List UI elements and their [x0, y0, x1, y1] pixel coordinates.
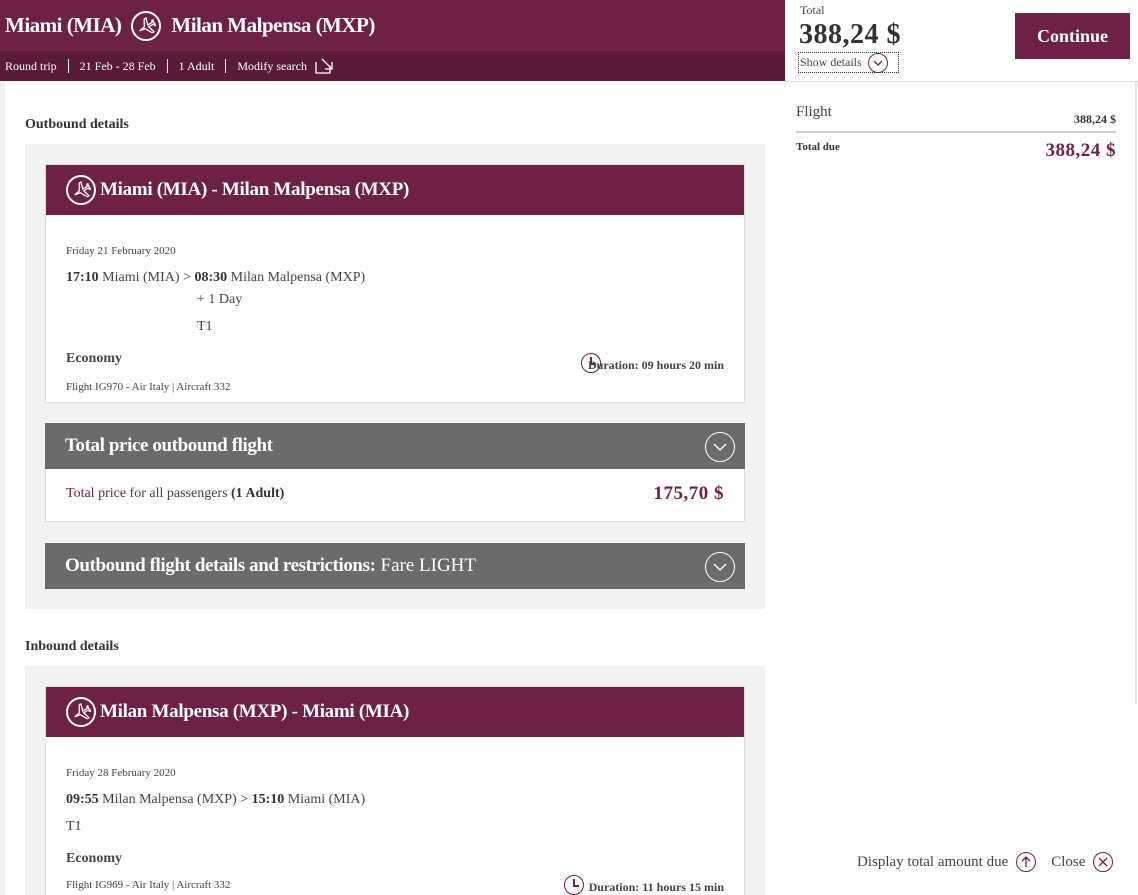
inbound-dep-time: 09:55 [66, 792, 99, 807]
header-origin: Miami (MIA) [5, 13, 122, 37]
close-label: Close [1051, 853, 1086, 870]
outbound-arr-airport: Milan Malpensa (MXP) [230, 270, 366, 285]
scrollbar[interactable] [1135, 82, 1137, 704]
display-total-link[interactable]: Display total amount due [857, 852, 1037, 872]
inbound-arr-time: 15:10 [251, 792, 285, 807]
flight-cost-label: Flight [796, 104, 832, 120]
total-label: Total [800, 3, 825, 17]
total-due-value: 388,24 $ [1045, 140, 1116, 161]
outbound-duration: Duration: 09 hours 20 min [587, 358, 724, 372]
route-bar: Miami (MIA) Milan Malpensa (MXP) [0, 0, 785, 51]
outbound-terminal: T1 [197, 319, 213, 334]
outbound-dep-time: 17:10 [66, 270, 99, 285]
outbound-section: Miami (MIA) - Milan Malpensa (MXP) Frida… [25, 144, 765, 609]
trip-dates: 21 Feb - 28 Feb [69, 59, 168, 73]
outbound-day-offset: + 1 Day [197, 292, 243, 307]
chevron-down-icon [705, 552, 735, 582]
show-details-label: Show details [800, 55, 862, 69]
summary-divider [796, 131, 1116, 133]
inbound-times: 09:55 Milan Malpensa (MXP) > 15:10 Miami… [66, 792, 365, 808]
fare-name: Fare LIGHT [380, 555, 477, 576]
floating-footer: Display total amount due Close [857, 852, 1114, 872]
inbound-arrow: > [240, 792, 249, 807]
outbound-arrow: > [183, 270, 191, 285]
outbound-card-header: Miami (MIA) - Milan Malpensa (MXP) [46, 165, 744, 215]
outbound-price-value: 175,70 $ [653, 483, 724, 504]
inbound-dep-airport: Milan Malpensa (MXP) [102, 792, 237, 807]
inbound-arr-airport: Miami (MIA) [287, 792, 366, 807]
modify-search-label: Modify search [237, 59, 307, 73]
display-total-label: Display total amount due [857, 853, 1009, 870]
inbound-section-title: Inbound details [25, 639, 119, 654]
outbound-price-row: Total price for all passengers (1 Adult)… [45, 469, 745, 522]
inbound-date: Friday 28 February 2020 [66, 767, 176, 779]
inbound-section: Milan Malpensa (MXP) - Miami (MIA) Frida… [25, 666, 765, 895]
restrictions-title: Outbound flight details and restrictions… [65, 555, 376, 576]
plane-icon [131, 10, 162, 41]
total-due-label: Total due [796, 141, 840, 153]
outbound-card-title: Miami (MIA) - Milan Malpensa (MXP) [100, 179, 410, 200]
outbound-flight-card: Miami (MIA) - Milan Malpensa (MXP) Frida… [45, 164, 745, 403]
chevron-down-icon [705, 432, 735, 462]
trip-type: Round trip [5, 59, 69, 73]
inbound-card-header: Milan Malpensa (MXP) - Miami (MIA) [46, 687, 744, 737]
total-price-outbound-title: Total price outbound flight [65, 435, 273, 456]
close-link[interactable]: Close [1051, 852, 1114, 872]
plane-icon [66, 175, 96, 205]
show-details-toggle[interactable]: Show details [798, 52, 899, 73]
search-summary-bar: Round trip 21 Feb - 28 Feb 1 Adult Modif… [0, 51, 785, 81]
total-price-outbound-toggle[interactable]: Total price outbound flight [45, 423, 745, 469]
inbound-cabin: Economy [66, 851, 122, 866]
inbound-duration: Duration: 11 hours 15 min [588, 880, 724, 894]
inbound-terminal: T1 [66, 819, 82, 834]
header-destination: Milan Malpensa (MXP) [171, 13, 375, 37]
chevron-down-icon [867, 52, 888, 73]
total-value: 388,24 $ [799, 19, 901, 50]
trip-header: Miami (MIA) Milan Malpensa (MXP) Round t… [0, 0, 785, 81]
outbound-section-title: Outbound details [25, 117, 129, 132]
outbound-date: Friday 21 February 2020 [66, 245, 176, 257]
continue-button[interactable]: Continue [1015, 13, 1130, 59]
outbound-price-text: Total price for all passengers (1 Adult) [66, 486, 284, 502]
flight-cost-value: 388,24 $ [1074, 112, 1116, 126]
price-pax: (1 Adult) [231, 486, 285, 501]
modify-search-link[interactable]: Modify search [226, 58, 344, 74]
outbound-times: 17:10 Miami (MIA) > 08:30 Milan Malpensa… [66, 270, 365, 286]
inbound-flight-card: Milan Malpensa (MXP) - Miami (MIA) Frida… [45, 686, 745, 895]
outbound-flight-info: Flight IG970 - Air Italy | Aircraft 332 [66, 381, 231, 393]
inbound-card-title: Milan Malpensa (MXP) - Miami (MIA) [100, 701, 410, 722]
total-price-link[interactable]: Total price [66, 486, 126, 501]
price-summary: Total 388,24 $ Show details Continue [785, 0, 1138, 82]
outbound-dep-airport: Miami (MIA) [102, 270, 180, 285]
passenger-count: 1 Adult [168, 59, 227, 73]
outbound-arr-time: 08:30 [194, 270, 228, 285]
left-edge [0, 81, 5, 895]
price-label-rest: for all passengers [126, 486, 232, 501]
outbound-cabin: Economy [66, 351, 122, 366]
arrow-up-icon [1016, 852, 1037, 872]
inbound-flight-info: Flight IG969 - Air Italy | Aircraft 332 [66, 879, 231, 891]
external-link-icon [315, 58, 333, 74]
close-icon [1093, 852, 1114, 872]
plane-icon [66, 697, 96, 727]
outbound-restrictions-toggle[interactable]: Outbound flight details and restrictions… [45, 543, 745, 589]
